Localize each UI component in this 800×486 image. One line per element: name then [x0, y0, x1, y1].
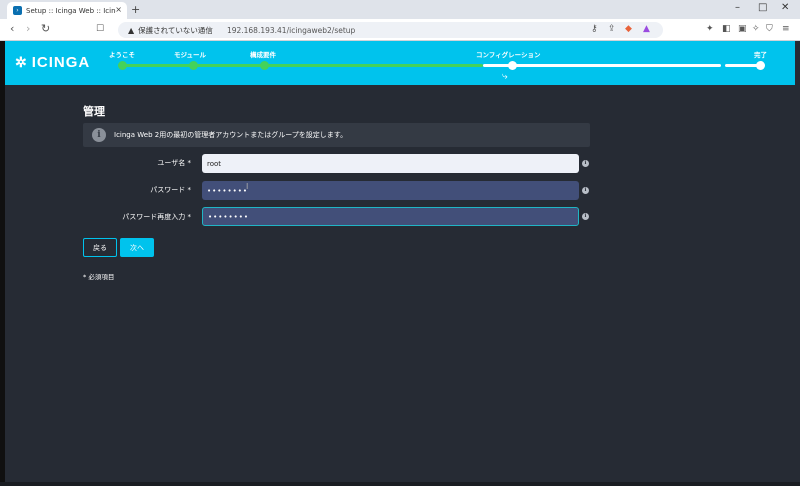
password-repeat-help-icon[interactable]: i — [582, 213, 589, 220]
minimize-icon[interactable]: – — [735, 2, 740, 13]
vpn-icon[interactable]: ⛉ — [766, 24, 773, 34]
step-requirements-dot — [260, 61, 269, 70]
username-label: ユーザ名 * — [157, 159, 191, 167]
sidebar-icon[interactable]: ◧ — [722, 24, 731, 34]
step-requirements-label: 構成要件 — [250, 51, 276, 59]
progress-track-done — [118, 64, 483, 67]
required-note: * 必須項目 — [83, 273, 115, 281]
step-finish-label: 完了 — [754, 51, 767, 59]
reload-icon[interactable]: ↻ — [41, 22, 50, 35]
leo-icon[interactable]: ✧ — [752, 24, 760, 34]
password-input[interactable]: •••••••• — [202, 181, 579, 200]
back-button[interactable]: 戻る — [83, 238, 117, 257]
setup-header: ✲ icinga ようこそ モジュール 構成要件 コンフィグレーション 完了 ⤷ — [5, 41, 795, 85]
step-finish-dot — [756, 61, 765, 70]
info-icon: i — [92, 128, 106, 142]
step-welcome-dot — [118, 61, 127, 70]
password-label: パスワード * — [150, 186, 191, 194]
close-window-icon[interactable]: ✕ — [781, 2, 789, 13]
right-edge-background — [795, 41, 800, 486]
step-modules-label: モジュール — [174, 51, 207, 59]
back-nav-icon[interactable]: ‹ — [10, 22, 14, 35]
share-icon[interactable]: ⇪ — [608, 24, 616, 34]
username-help-icon[interactable]: i — [582, 160, 589, 167]
info-text: Icinga Web 2用の最初の管理者アカウントまたはグループを設定します。 — [114, 131, 348, 139]
step-welcome-label: ようこそ — [109, 51, 135, 59]
step-modules-dot — [189, 61, 198, 70]
url-field[interactable]: ▲ 保護されていない通信 192.168.193.41/icingaweb2/s… — [118, 22, 663, 38]
username-input[interactable]: root — [202, 154, 579, 173]
brave-rewards-icon[interactable]: ▲ — [643, 24, 650, 34]
logo-text: icinga — [31, 54, 91, 71]
bottom-edge — [0, 482, 800, 486]
tab-title: Setup :: Icinga Web :: Icinga Web — [26, 6, 116, 15]
password-repeat-label: パスワード再度入力 * — [122, 213, 191, 221]
url-text: 192.168.193.41/icingaweb2/setup — [226, 25, 356, 35]
menu-icon[interactable]: ≡ — [782, 24, 790, 34]
password-help-icon[interactable]: i — [582, 187, 589, 194]
maximize-icon[interactable]: □ — [758, 2, 767, 13]
page-title: 管理 — [83, 105, 105, 118]
warning-icon: ▲ — [128, 25, 135, 35]
extensions-icon[interactable]: ✦ — [706, 24, 714, 34]
icinga-logo: ✲ icinga — [15, 54, 90, 71]
current-step-arrow-icon: ⤷ — [502, 71, 508, 82]
step-configuration-dot — [508, 61, 517, 70]
wallet-icon[interactable]: ▣ — [738, 24, 747, 34]
brave-shield-icon[interactable]: ◆ — [625, 24, 632, 34]
key-icon[interactable]: ⚷ — [591, 24, 598, 34]
browser-tab-bar: › Setup :: Icinga Web :: Icinga Web × + … — [0, 0, 800, 19]
bookmark-icon[interactable]: ☐ — [96, 24, 104, 34]
icinga-logo-icon: ✲ — [15, 54, 28, 70]
progress-track-final — [725, 64, 760, 67]
new-tab-button[interactable]: + — [131, 3, 140, 16]
forward-nav-icon[interactable]: › — [26, 22, 30, 35]
progress-track-current — [483, 64, 721, 67]
step-configuration-label: コンフィグレーション — [476, 51, 541, 59]
info-box: i Icinga Web 2用の最初の管理者アカウントまたはグループを設定します… — [83, 123, 590, 147]
browser-tab[interactable]: › Setup :: Icinga Web :: Icinga Web × — [7, 2, 127, 19]
text-cursor-icon: I — [246, 182, 249, 191]
tab-close-icon[interactable]: × — [115, 5, 122, 14]
password-repeat-input[interactable]: •••••••• — [202, 207, 579, 226]
address-bar-row: ‹ › ↻ ☐ ▲ 保護されていない通信 192.168.193.41/icin… — [0, 19, 800, 41]
next-button[interactable]: 次へ — [120, 238, 154, 257]
setup-main: 管理 i Icinga Web 2用の最初の管理者アカウントまたはグループを設定… — [5, 85, 795, 482]
icinga-favicon-icon: › — [13, 6, 22, 15]
insecure-label: 保護されていない通信 — [138, 25, 213, 35]
